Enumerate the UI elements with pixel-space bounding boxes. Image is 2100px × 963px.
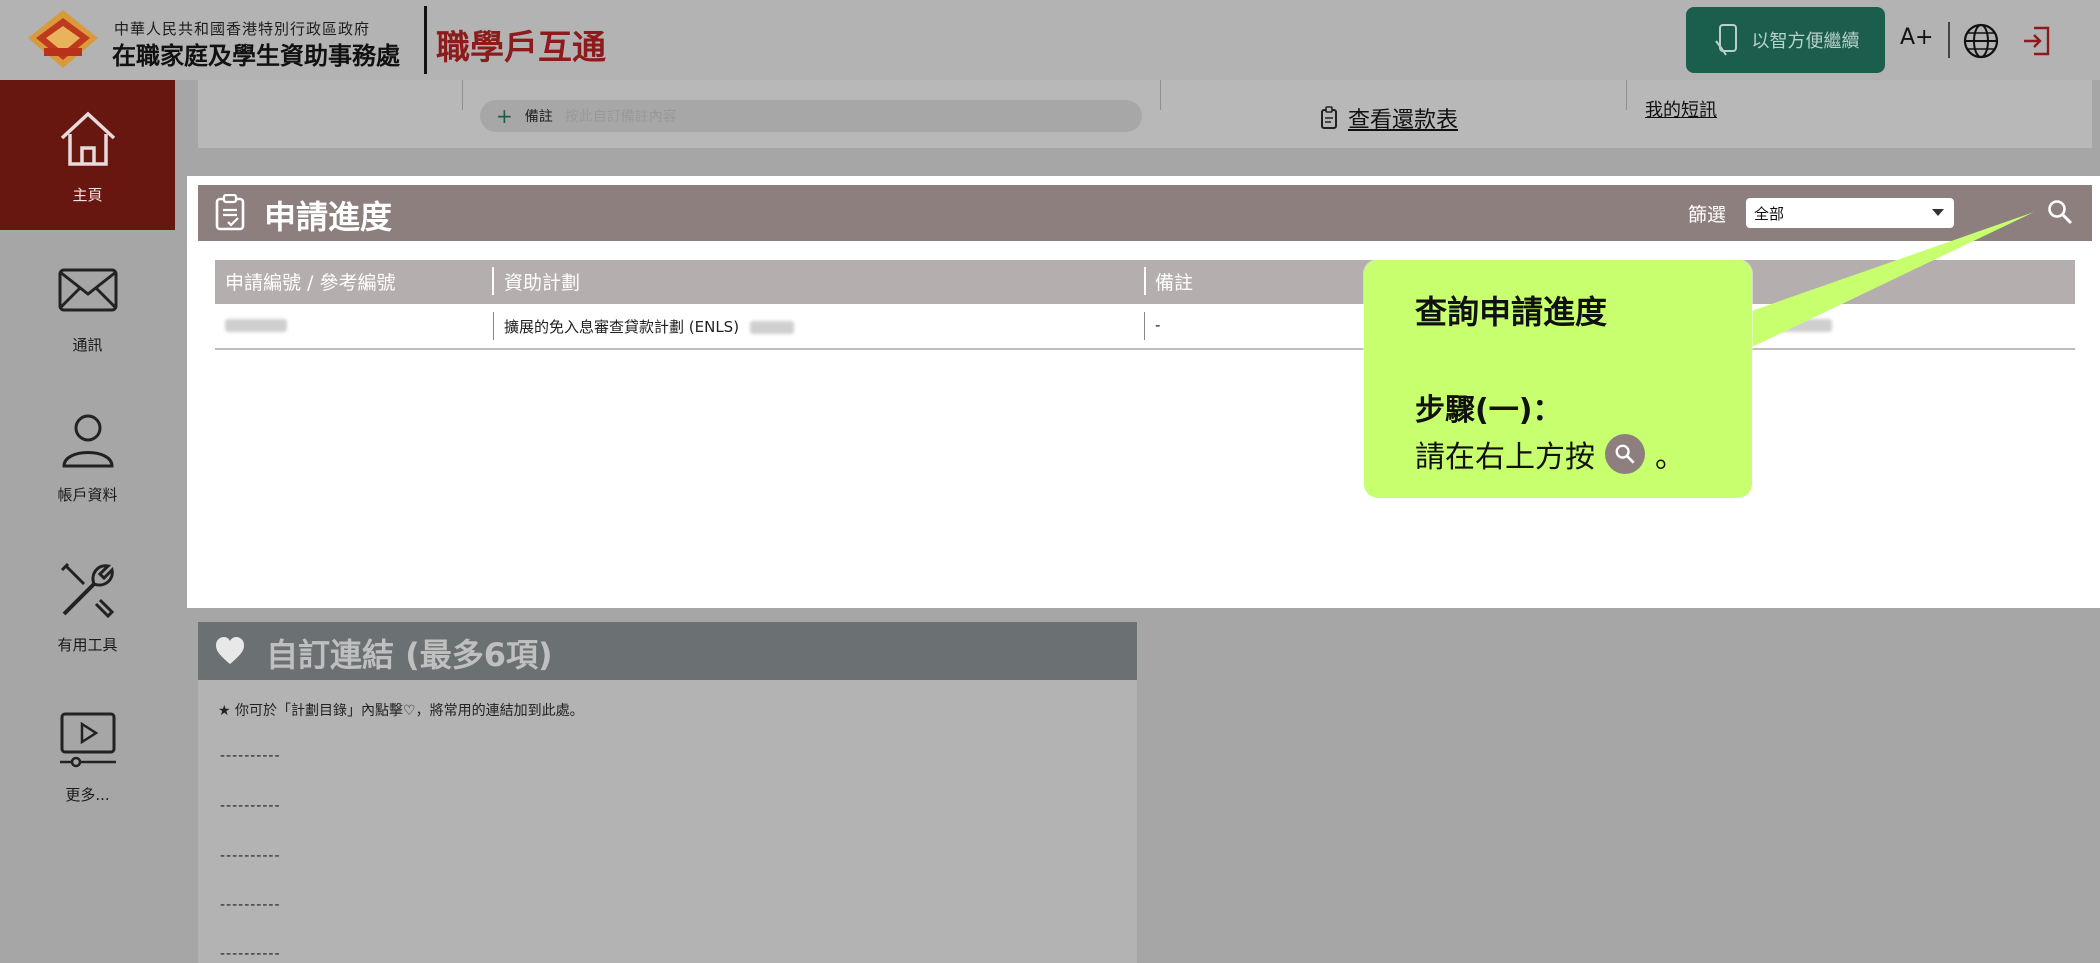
filter-select[interactable]: 全部 (1746, 198, 1954, 228)
iam-smart-button[interactable]: 以智方便繼續 (1686, 7, 1885, 73)
sidebar-item-home[interactable]: 主頁 (0, 80, 175, 230)
header-divider (1144, 267, 1146, 295)
redacted-text (1760, 319, 1832, 332)
callout-instruction: 請在右上方按 。 (1415, 432, 1685, 476)
plus-icon: + (496, 104, 513, 128)
empty-link-slot: ---------- (220, 748, 281, 764)
home-icon (60, 111, 115, 166)
iam-smart-label: 以智方便繼續 (1751, 31, 1860, 52)
cell-divider (493, 312, 494, 340)
sidebar-item-label: 主頁 (72, 185, 103, 204)
column-divider (462, 80, 463, 110)
brand-title: 職學戶互通 (436, 28, 606, 68)
clipboard-icon (1321, 106, 1337, 129)
application-progress-title: 申請進度 (264, 198, 393, 236)
my-messages-link[interactable]: 我的短訊 (1645, 96, 1717, 122)
government-logo-icon (28, 10, 98, 68)
custom-links-title: 自訂連結 (最多6項) (266, 636, 553, 674)
empty-link-slot: ---------- (220, 798, 281, 814)
column-header-scheme: 資助計劃 (504, 272, 581, 294)
phone-hand-icon (1714, 24, 1737, 56)
notes-input[interactable]: + 備註 按此自訂備註內容 (480, 100, 1142, 132)
table-row[interactable]: 擴展的免入息審查貸款計劃 (ENLS) (504, 316, 794, 337)
clipboard-check-icon (215, 194, 245, 231)
column-divider (1160, 80, 1161, 110)
scheme-cell: 擴展的免入息審查貸款計劃 (ENLS) (504, 318, 740, 336)
logout-icon[interactable] (2020, 24, 2054, 58)
repayment-schedule-link[interactable]: 查看還款表 (1320, 102, 1458, 134)
redacted-text (225, 319, 287, 332)
sidebar-item-messages[interactable]: 通訊 (0, 230, 175, 380)
sidebar-item-tools[interactable]: 有用工具 (0, 530, 175, 680)
font-size-button[interactable]: A+ (1900, 25, 1933, 50)
filter-label: 篩選 (1688, 204, 1727, 226)
sidebar-item-label: 更多... (65, 785, 110, 804)
column-divider (1626, 80, 1627, 110)
notes-label: 備註 (524, 109, 553, 125)
row-divider (215, 348, 2075, 350)
repayment-schedule-label: 查看還款表 (1348, 108, 1459, 133)
search-icon (1605, 434, 1645, 474)
redacted-text (749, 321, 794, 334)
callout-text-after: 。 (1655, 440, 1685, 475)
cell-divider (1144, 312, 1145, 340)
header-divider (424, 6, 427, 74)
callout-title: 查詢申請進度 (1415, 293, 1608, 331)
callout-text-before: 請在右上方按 (1415, 440, 1595, 475)
globe-icon[interactable] (1962, 22, 2000, 60)
remarks-cell: - (1155, 316, 1161, 334)
video-play-icon (59, 712, 116, 767)
sidebar-item-more[interactable]: 更多... (0, 680, 175, 830)
heart-icon (216, 637, 244, 664)
sidebar-item-label: 通訊 (72, 335, 103, 354)
department-name: 在職家庭及學生資助事務處 (112, 42, 400, 70)
header-divider (492, 267, 494, 295)
notes-placeholder: 按此自訂備註內容 (564, 109, 677, 125)
sidebar: 主頁 通訊 帳戶資料 有用工具 更多... (0, 80, 175, 963)
column-header-application-number: 申請編號 / 參考編號 (225, 272, 396, 294)
envelope-icon (58, 268, 117, 311)
sidebar-item-label: 帳戶資料 (57, 485, 118, 504)
callout-step: 步驟(一)： (1415, 393, 1563, 428)
search-icon[interactable] (2046, 198, 2074, 226)
column-header-remarks: 備註 (1155, 272, 1194, 294)
filter-selected-value: 全部 (1754, 204, 1785, 223)
user-icon (61, 414, 114, 467)
tools-icon (60, 562, 114, 618)
status-cell (1760, 316, 1832, 334)
custom-links-note: ★ 你可於「計劃目錄」內點擊♡，將常用的連結加到此處。 (218, 703, 584, 719)
header-separator (1948, 22, 1950, 58)
application-number-cell (225, 316, 287, 334)
empty-link-slot: ---------- (220, 848, 281, 864)
empty-link-slot: ---------- (220, 946, 281, 962)
custom-links-note-text: 你可於「計劃目錄」內點擊♡，將常用的連結加到此處。 (235, 703, 584, 719)
sidebar-item-account[interactable]: 帳戶資料 (0, 380, 175, 530)
chevron-down-icon (1932, 209, 1944, 216)
sidebar-item-label: 有用工具 (57, 635, 118, 654)
empty-link-slot: ---------- (220, 897, 281, 913)
